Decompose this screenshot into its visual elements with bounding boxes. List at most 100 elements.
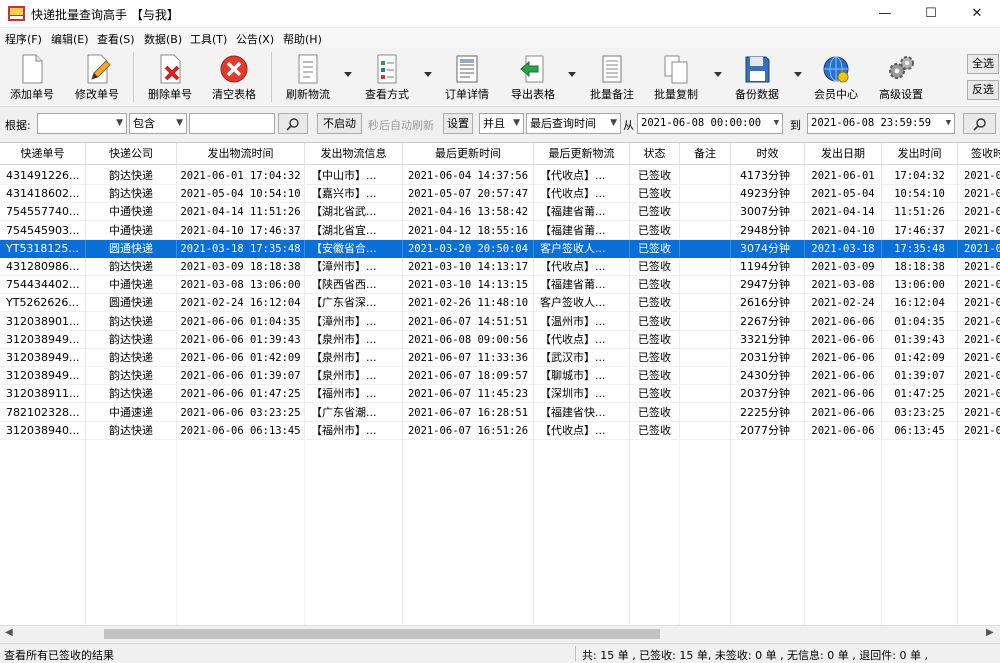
order-detail-label: 订单详情 bbox=[445, 88, 489, 101]
results-table[interactable]: 快递单号 快递公司 发出物流时间 发出物流信息 最后更新时间 最后更新物流 状态 备注 时效 发出… bbox=[0, 142, 1000, 625]
courier-cell: 韵达快递 bbox=[86, 185, 177, 204]
menu-notice[interactable]: 公告(X) bbox=[236, 31, 274, 47]
table-row[interactable]: 312038911... 韵达快递 2021-06-06 01:47:25 【福州市】… bbox=[0, 385, 1000, 404]
auto-refresh-start-button[interactable]: 不启动 bbox=[317, 113, 362, 134]
match-select[interactable]: 包含 ▼ bbox=[129, 113, 187, 134]
invert-selection-button[interactable]: 反选 bbox=[967, 80, 999, 100]
ship-info-cell: 【泉州市】... bbox=[305, 349, 403, 367]
chevron-down-icon[interactable] bbox=[714, 72, 722, 78]
batch-copy-button[interactable]: 批量复制 bbox=[646, 50, 706, 104]
chevron-down-icon[interactable] bbox=[344, 72, 352, 78]
col-status-header[interactable]: 状态 bbox=[630, 143, 680, 165]
backup-data-button[interactable]: 备份数据 bbox=[726, 50, 788, 104]
update-time-cell: 2021-03-20 20:50:04 bbox=[403, 239, 534, 258]
scroll-right-icon[interactable]: ▶ bbox=[986, 627, 994, 638]
from-datetime-picker[interactable]: 2021-06-08 00:00:00 ▼ bbox=[637, 113, 783, 134]
horizontal-scrollbar[interactable]: ◀ ▶ bbox=[0, 625, 1000, 642]
refresh-logistics-label: 刷新物流 bbox=[286, 88, 330, 101]
batch-note-button[interactable]: 批量备注 bbox=[582, 50, 642, 104]
col-ship-time-header[interactable]: 发出物流时间 bbox=[177, 143, 305, 165]
chevron-down-icon[interactable] bbox=[568, 72, 576, 78]
maximize-button[interactable]: ☐ bbox=[908, 0, 954, 28]
menu-edit[interactable]: 编辑(E) bbox=[51, 31, 89, 47]
table-row[interactable]: 431491226... 韵达快递 2021-06-01 17:04:32 【中山市】… bbox=[0, 167, 1000, 185]
duration-cell: 2037分钟 bbox=[731, 385, 805, 404]
order-detail-button[interactable]: 订单详情 bbox=[436, 50, 498, 104]
col-duration-header[interactable]: 时效 bbox=[731, 143, 805, 165]
refresh-logistics-button[interactable]: 刷新物流 bbox=[278, 50, 338, 104]
col-note-header[interactable]: 备注 bbox=[680, 143, 731, 165]
menu-view[interactable]: 查看(S) bbox=[97, 31, 135, 47]
update-time-cell: 2021-06-07 11:33:36 bbox=[403, 349, 534, 367]
col-update-info-header[interactable]: 最后更新物流 bbox=[534, 143, 630, 165]
logic-select[interactable]: 并且 ▼ bbox=[479, 113, 524, 134]
table-row[interactable]: 782102328... 中通速递 2021-06-06 03:23:25 【广东省潮… bbox=[0, 403, 1000, 422]
ship-time-cell: 2021-02-24 16:12:04 bbox=[177, 294, 305, 313]
table-row[interactable]: 754557740... 中通快递 2021-04-14 11:51:26 【湖北省武… bbox=[0, 203, 1000, 222]
duration-cell: 4173分钟 bbox=[731, 167, 805, 185]
search-input[interactable] bbox=[189, 113, 275, 134]
sign-time-cell: 2021-0 bbox=[958, 185, 1000, 204]
menu-data[interactable]: 数据(B) bbox=[144, 31, 182, 47]
update-info-cell: 【聊城市】... bbox=[534, 367, 630, 386]
col-tracking-number-header[interactable]: 快递单号 bbox=[0, 143, 86, 165]
duration-cell: 2077分钟 bbox=[731, 421, 805, 440]
settings-button[interactable]: 设置 bbox=[443, 113, 473, 134]
clear-table-button[interactable]: 清空表格 bbox=[204, 50, 264, 104]
menu-tools[interactable]: 工具(T) bbox=[190, 31, 227, 47]
edit-number-button[interactable]: 修改单号 bbox=[66, 50, 128, 104]
to-datetime-picker[interactable]: 2021-06-08 23:59:59 ▼ bbox=[807, 113, 955, 134]
scroll-left-icon[interactable]: ◀ bbox=[5, 627, 13, 638]
update-info-cell: 【代收点】... bbox=[534, 258, 630, 276]
basis-select[interactable]: ▼ bbox=[37, 113, 127, 134]
duration-cell: 3074分钟 bbox=[731, 239, 805, 258]
table-row[interactable]: 754545903... 中通快递 2021-04-10 17:46:37 【湖北省宜… bbox=[0, 221, 1000, 240]
status-summary: 共: 15 单 , 已签收: 15 单, 未签收: 0 单 , 无信息: 0 单… bbox=[582, 649, 928, 662]
view-mode-button[interactable]: 查看方式 bbox=[356, 50, 418, 104]
table-row[interactable]: 312038901... 韵达快递 2021-06-06 01:04:35 【漳州市】… bbox=[0, 312, 1000, 331]
col-ship-info-header[interactable]: 发出物流信息 bbox=[305, 143, 403, 165]
col-sign-time-header[interactable]: 签收时 bbox=[958, 143, 1000, 165]
table-row[interactable]: 312038949... 韵达快递 2021-06-06 01:39:07 【泉州市】… bbox=[0, 367, 1000, 386]
col-update-time-header[interactable]: 最后更新时间 bbox=[403, 143, 534, 165]
search-button[interactable] bbox=[278, 113, 308, 134]
menu-help[interactable]: 帮助(H) bbox=[283, 31, 322, 47]
table-row[interactable]: 312038949... 韵达快递 2021-06-06 01:42:09 【泉州市】… bbox=[0, 349, 1000, 367]
col-ship-date-header[interactable]: 发出日期 bbox=[805, 143, 882, 165]
advanced-settings-button[interactable]: 高级设置 bbox=[870, 50, 932, 104]
note-cell bbox=[680, 221, 731, 240]
update-time-cell: 2021-05-07 20:57:47 bbox=[403, 185, 534, 204]
status-cell: 已签收 bbox=[630, 258, 680, 276]
courier-cell: 韵达快递 bbox=[86, 349, 177, 367]
table-row[interactable]: 754434402... 中通快递 2021-03-08 13:06:00 【陕西省西… bbox=[0, 276, 1000, 295]
col-ship-clock-header[interactable]: 发出时间 bbox=[882, 143, 958, 165]
table-row[interactable]: 431418602... 韵达快递 2021-05-04 10:54:10 【嘉兴市】… bbox=[0, 185, 1000, 204]
table-row[interactable]: YT5262626... 圆通快递 2021-02-24 16:12:04 【广东省深… bbox=[0, 294, 1000, 313]
time-field-select[interactable]: 最后查询时间 ▼ bbox=[526, 113, 621, 134]
ship-clock-cell: 06:13:45 bbox=[882, 421, 958, 440]
table-row[interactable]: YT5318125... 圆通快递 2021-03-18 17:35:48 【安徽省合… bbox=[0, 239, 1000, 258]
tracking-number-cell: YT5262626... bbox=[0, 294, 86, 313]
col-courier-header[interactable]: 快递公司 bbox=[86, 143, 177, 165]
scrollbar-thumb[interactable] bbox=[104, 629, 660, 639]
title-bar: 快递批量查询高手 【与我】 — ☐ ✕ bbox=[0, 0, 1000, 28]
table-row[interactable]: 312038949... 韵达快递 2021-06-06 01:39:43 【泉州市】… bbox=[0, 330, 1000, 349]
ship-date-cell: 2021-03-08 bbox=[805, 276, 882, 295]
select-all-button[interactable]: 全选 bbox=[967, 54, 999, 74]
close-button[interactable]: ✕ bbox=[954, 0, 1000, 28]
sign-time-cell: 2021-0 bbox=[958, 294, 1000, 313]
chevron-down-icon[interactable] bbox=[794, 72, 802, 78]
minimize-button[interactable]: — bbox=[862, 0, 908, 28]
table-row[interactable]: 312038940... 韵达快递 2021-06-06 06:13:45 【福州市】… bbox=[0, 421, 1000, 440]
member-center-button[interactable]: 会员中心 bbox=[806, 50, 866, 104]
menu-program[interactable]: 程序(F) bbox=[5, 31, 42, 47]
note-cell bbox=[680, 421, 731, 440]
filter-bar: 根据: ▼ 包含 ▼ 不启动 秒后自动刷新 设置 并且 ▼ 最后查询时间 ▼ 从 20… bbox=[0, 110, 1000, 138]
ship-clock-cell: 03:23:25 bbox=[882, 403, 958, 422]
table-row[interactable]: 431280986... 韵达快递 2021-03-09 18:18:38 【漳州市】… bbox=[0, 258, 1000, 276]
add-number-button[interactable]: 添加单号 bbox=[2, 50, 62, 104]
export-table-button[interactable]: 导出表格 bbox=[502, 50, 564, 104]
filter-search-button[interactable] bbox=[963, 113, 996, 134]
chevron-down-icon[interactable] bbox=[424, 72, 432, 78]
delete-number-button[interactable]: 删除单号 bbox=[140, 50, 200, 104]
